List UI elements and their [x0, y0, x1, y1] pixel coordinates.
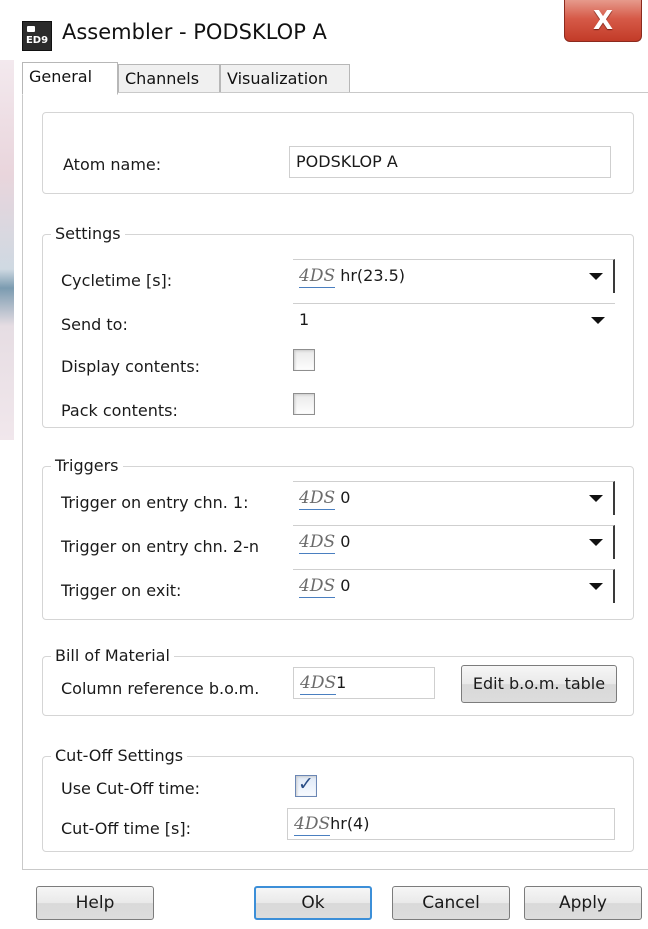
cutoff-time-label: Cut-Off time [s]:: [61, 819, 191, 838]
app-icon-text: ED9: [25, 35, 49, 46]
fds-prefix: 4DS: [294, 814, 331, 834]
cycletime-value: hr(23.5): [340, 266, 406, 285]
chevron-down-icon: [591, 317, 605, 324]
window-title: Assembler - PODSKLOP A: [62, 20, 327, 44]
trigger-exit-value: 0: [340, 576, 351, 595]
atom-name-group: Atom name: PODSKLOP A: [42, 112, 634, 194]
title-bar: ED9 Assembler - PODSKLOP A X: [0, 0, 648, 60]
send-to-dropdown[interactable]: 1: [293, 303, 615, 337]
atom-name-input[interactable]: PODSKLOP A: [289, 146, 611, 178]
fds-prefix: 4DS: [299, 576, 336, 596]
tab-general[interactable]: General: [22, 62, 118, 95]
trigger-entry-2n-dropdown[interactable]: 4DS 0: [293, 525, 615, 559]
pack-contents-checkbox[interactable]: [293, 393, 315, 415]
settings-title: Settings: [51, 224, 125, 243]
send-to-value: 1: [299, 310, 310, 329]
fds-prefix: 4DS: [300, 673, 337, 693]
ok-button[interactable]: Ok: [254, 886, 372, 920]
chevron-down-icon: [589, 583, 603, 590]
pack-contents-label: Pack contents:: [61, 401, 178, 420]
fds-prefix: 4DS: [299, 532, 336, 552]
fds-prefix: 4DS: [299, 266, 336, 286]
cutoff-time-input[interactable]: 4DShr(4): [287, 808, 615, 840]
trigger-entry-1-dropdown[interactable]: 4DS 0: [293, 481, 615, 515]
bom-column-label: Column reference b.o.m.: [61, 679, 260, 698]
display-contents-checkbox[interactable]: [293, 349, 315, 371]
cutoff-group: Cut-Off Settings Use Cut-Off time: ✓ Cut…: [42, 746, 634, 852]
bom-group: Bill of Material Column reference b.o.m.…: [42, 646, 634, 716]
bom-column-value: 1: [336, 673, 347, 692]
check-icon: ✓: [298, 773, 314, 795]
help-button[interactable]: Help: [36, 886, 154, 920]
use-cutoff-checkbox[interactable]: ✓: [295, 773, 317, 797]
background-edge: [0, 60, 14, 440]
apply-button[interactable]: Apply: [524, 886, 642, 920]
cancel-button[interactable]: Cancel: [392, 886, 510, 920]
cutoff-title: Cut-Off Settings: [51, 746, 188, 765]
atom-name-label: Atom name:: [63, 155, 162, 174]
display-contents-label: Display contents:: [61, 357, 201, 376]
use-cutoff-label: Use Cut-Off time:: [61, 779, 201, 798]
edit-bom-table-button[interactable]: Edit b.o.m. table: [461, 665, 617, 703]
chevron-down-icon: [589, 273, 603, 280]
cycletime-label: Cycletime [s]:: [61, 271, 173, 290]
cycletime-dropdown[interactable]: 4DS hr(23.5): [293, 259, 615, 293]
trigger-exit-dropdown[interactable]: 4DS 0: [293, 569, 615, 603]
tab-visualization[interactable]: Visualization: [220, 64, 350, 94]
chevron-down-icon: [589, 495, 603, 502]
triggers-title: Triggers: [51, 456, 123, 475]
bom-title: Bill of Material: [51, 646, 174, 665]
trigger-entry-2n-label: Trigger on entry chn. 2-n: [61, 537, 260, 556]
send-to-label: Send to:: [61, 315, 128, 334]
triggers-group: Triggers Trigger on entry chn. 1: 4DS 0 …: [42, 456, 634, 620]
trigger-entry-1-label: Trigger on entry chn. 1:: [61, 493, 249, 512]
trigger-entry-2n-value: 0: [340, 532, 351, 551]
cutoff-time-value: hr(4): [330, 814, 370, 833]
chevron-down-icon: [589, 539, 603, 546]
ed9-app-icon: ED9: [22, 21, 52, 51]
assembler-dialog: ED9 Assembler - PODSKLOP A X General Cha…: [0, 0, 648, 929]
trigger-entry-1-value: 0: [340, 488, 351, 507]
close-icon: X: [592, 5, 614, 36]
trigger-exit-label: Trigger on exit:: [61, 581, 182, 600]
close-button[interactable]: X: [564, 0, 642, 42]
fds-prefix: 4DS: [299, 488, 336, 508]
bom-column-input[interactable]: 4DS1: [293, 667, 435, 699]
settings-group: Settings Cycletime [s]: 4DS hr(23.5) Sen…: [42, 224, 634, 428]
tab-channels[interactable]: Channels: [118, 64, 220, 94]
